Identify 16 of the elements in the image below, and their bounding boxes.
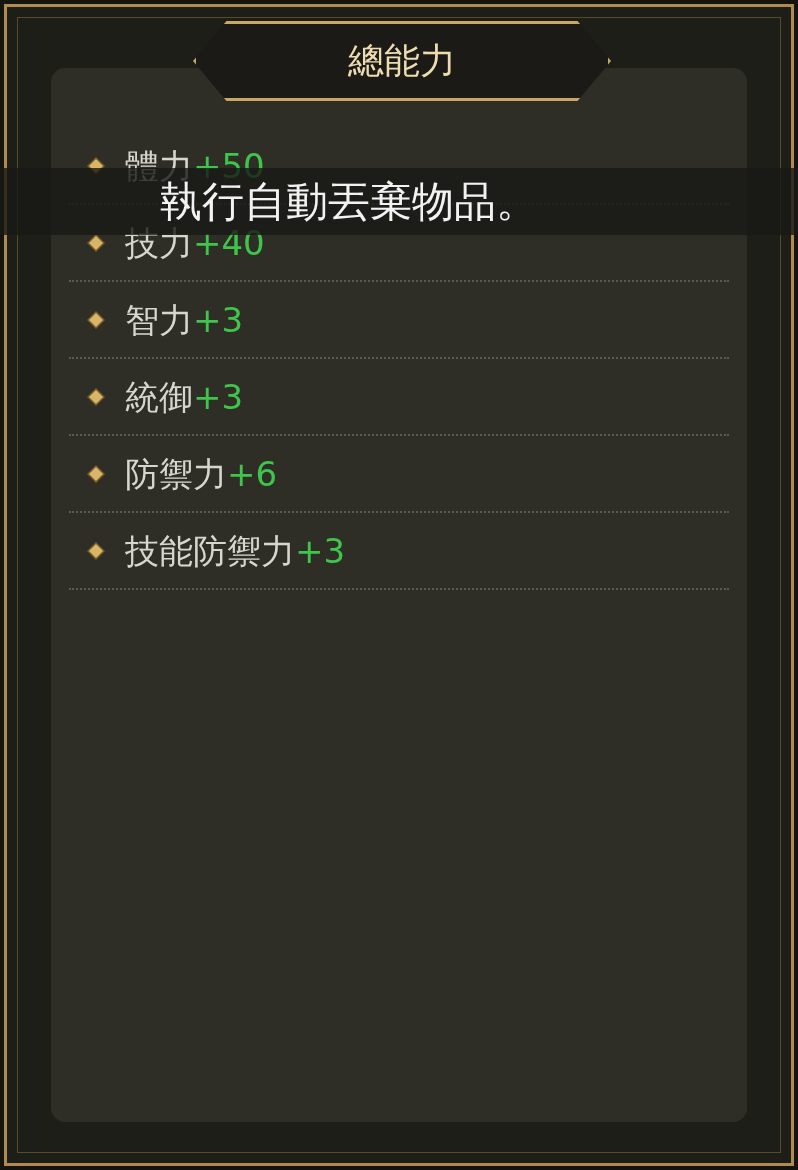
stat-value: +40 [193, 225, 265, 260]
stat-value: +3 [193, 379, 244, 414]
stat-value: +3 [295, 533, 346, 568]
stat-label: 技力 [125, 225, 193, 260]
stat-value: +3 [193, 302, 244, 337]
stat-label: 技能防禦力 [125, 533, 295, 568]
stat-label: 統御 [125, 379, 193, 414]
stat-value: +6 [227, 456, 278, 491]
stat-label: 防禦力 [125, 456, 227, 491]
diamond-icon [87, 541, 105, 560]
diamond-icon [87, 233, 105, 252]
panel-title: 總能力 [348, 39, 456, 83]
diamond-icon [87, 387, 105, 406]
diamond-icon [87, 464, 105, 483]
stat-label: 智力 [125, 302, 193, 337]
diamond-icon [87, 310, 105, 329]
